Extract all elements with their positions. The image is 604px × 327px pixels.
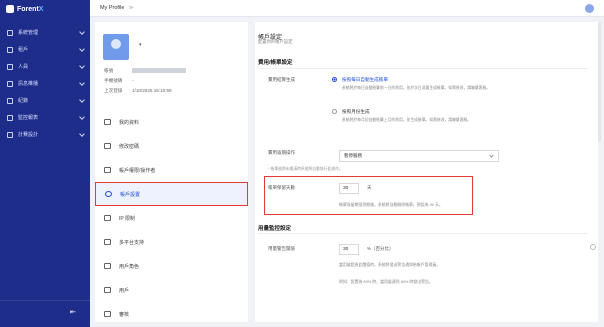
menu-item-change-password[interactable]: 修改密碼 [95,134,248,158]
retention-days-highlight [264,176,473,215]
chevron-down-icon [79,79,85,86]
settings-subtitle: 配置你的帳戶設定 [258,39,293,44]
threshold-hint-1: 當用量超過此閾值時，系統將發送警告通知給帳戶管理員。 [339,262,441,267]
shield-icon [104,215,111,221]
sidebar-item-records[interactable]: 紀錄 [0,92,90,109]
overdue-action-label: 費用逾期操作 [268,150,295,155]
overdue-note: * 帳單逾期未繳清時系統將自動執行此操作。 [268,167,343,171]
sidebar: ForentX 系統管理 租戶 人員 訊息推播 紀錄 監控報表 計費設計 ⇤ [0,0,90,327]
app-name-suffix: X [38,5,44,13]
monitor-section-title: 用量監控設定 [258,226,292,232]
sidebar-item-tenant[interactable]: 租戶 [0,41,90,58]
billing-mode-label: 費用結算生成 [268,77,295,82]
radio-monthly-billing-desc: 系統將於每月初自動結算上月的費用，並生成帳單。如需修改，請聯繫客服。 [342,118,472,122]
user-avatar[interactable] [585,4,594,13]
profile-menu: 我的資料 修改密碼 帳戶權限/操作者 帳戶設置 IP 限制 多平台支持 用戶角色… [95,110,248,326]
threshold-hint-2: 例如：設置為 80% 時，當用量達到 80% 時發出警告。 [339,279,433,284]
last-login-row: 上次登錄 1/10/2025 15:10:59 [104,88,172,93]
avatar[interactable] [103,34,129,60]
menu-item-users[interactable]: 用戶 [95,278,248,302]
report-icon [7,114,13,121]
page-title: My Profile [100,5,125,11]
info-icon [104,119,111,125]
people-icon [7,63,13,70]
chevron-down-icon [79,28,85,35]
role-icon [104,263,111,269]
billing-icon [7,131,13,138]
menu-item-user-roles[interactable]: 用戶角色 [95,254,248,278]
chevron-down-icon [79,113,85,120]
menu-item-account-settings[interactable]: 帳戶設置 [95,182,248,206]
gear-icon [105,191,112,197]
sidebar-divider [0,300,90,301]
sidebar-item-billing[interactable]: 計費設計 [0,126,90,143]
message-icon [7,80,13,87]
threshold-input[interactable]: 30 [339,244,359,255]
breadcrumb-expand-icon[interactable]: ≫ [128,5,133,11]
chevron-down-icon [79,96,85,103]
audit-icon [104,311,111,317]
menu-item-permissions[interactable]: 帳戶權限/操作者 [95,158,248,182]
collapse-sidebar-icon[interactable]: ⇤ [70,308,76,316]
sidebar-item-system[interactable]: 系統管理 [0,24,90,41]
platform-icon [104,239,111,245]
app-logo[interactable]: ForentX [0,0,90,18]
app-name: Forent [17,5,39,13]
threshold-unit: %（百分比） [367,246,394,251]
section-divider [258,68,588,69]
page-scrollbar[interactable] [598,22,601,142]
radio-daily-billing-label[interactable]: 按照每日自動生成帳單 [342,77,388,83]
chevron-down-icon [79,62,85,69]
sidebar-item-messages[interactable]: 訊息推播 [0,75,90,92]
threshold-label: 用量警告閾值 [268,246,295,251]
radio-monthly-billing-label[interactable]: 按照月份生成 [342,109,370,115]
overdue-action-select[interactable]: 暫停服務 [339,150,499,162]
menu-item-ip-restriction[interactable]: IP 限制 [95,206,248,230]
logo-mark-icon [6,5,14,13]
phone-row: 手機號碼 - [104,78,134,83]
menu-item-my-info[interactable]: 我的資料 [95,110,248,134]
chevron-down-icon [79,45,85,52]
sidebar-item-reports[interactable]: 監控報表 [0,109,90,126]
account-row: 帳號 [104,68,186,74]
avatar-dropdown-icon[interactable]: ▾ [139,42,142,48]
chevron-down-icon [79,130,85,137]
billing-section-title: 費用/帳單設定 [258,60,293,66]
radio-daily-billing[interactable] [332,77,337,82]
account-value-redacted [132,68,186,73]
menu-item-multi-platform[interactable]: 多平台支持 [95,230,248,254]
user-icon [104,287,111,293]
chevron-down-icon [489,153,494,158]
settings-panel: 帳戶設定 配置你的帳戶設定 費用/帳單設定 費用結算生成 按照每日自動生成帳單 … [255,22,598,322]
system-icon [7,29,13,36]
top-bar: My Profile ≫ [90,0,604,17]
tenant-icon [7,46,13,53]
key-icon [104,167,111,173]
menu-item-audit[interactable]: 審核 [95,302,248,326]
profile-panel: ▾ 帳號 手機號碼 - 上次登錄 1/10/2025 15:10:59 我的資料… [95,22,248,322]
record-icon [7,97,13,104]
help-icon[interactable] [590,244,596,250]
section-divider [258,233,588,234]
lock-icon [104,143,111,149]
radio-monthly-billing[interactable] [332,109,337,114]
sidebar-item-people[interactable]: 人員 [0,58,90,75]
radio-daily-billing-desc: 系統將於每日自動結算前一日的費用，並於次日凌晨生成帳單。如需修改，請聯繫客服。 [342,86,491,90]
